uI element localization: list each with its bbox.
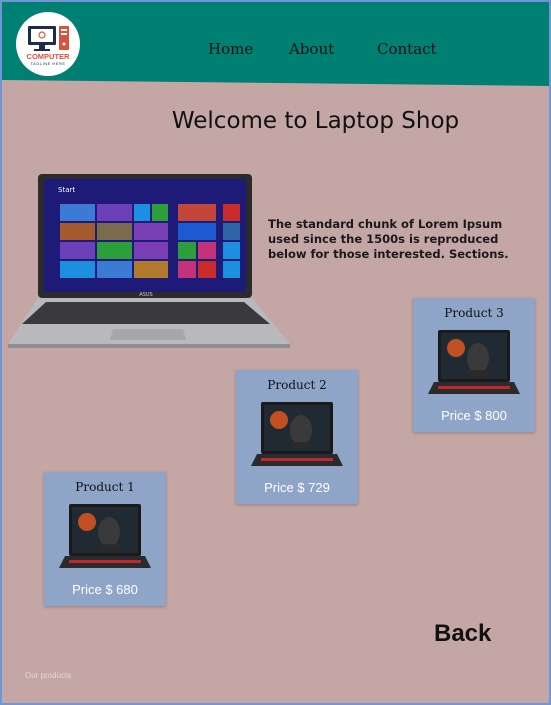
product-card[interactable]: Product 2 Price $ 729	[236, 370, 358, 504]
product-name: Product 2	[267, 378, 327, 392]
product-price: Price $ 680	[72, 582, 138, 597]
nav-about-link[interactable]: About	[289, 40, 334, 58]
nav-home-link[interactable]: Home	[208, 40, 253, 58]
logo-brand: COMPUTER	[26, 52, 70, 61]
hero-start-label: Start	[58, 186, 75, 194]
page-title: Welcome to Laptop Shop	[171, 108, 460, 134]
nav-contact-link[interactable]: Contact	[377, 40, 437, 58]
product-card[interactable]: Product 3 Price $ 800	[413, 298, 535, 432]
gaming-laptop-image	[59, 504, 151, 568]
gaming-laptop-image	[251, 402, 343, 466]
intro-text: The standard chunk of Lorem Ipsum used s…	[268, 217, 509, 261]
back-button[interactable]: Back	[434, 620, 491, 648]
hero-brand-label: ASUS	[139, 292, 152, 298]
product-name: Product 3	[444, 306, 504, 320]
footer-note: Our products	[25, 671, 72, 680]
logo[interactable]: COMPUTER TAGLINE HERE	[16, 12, 80, 76]
logo-tagline: TAGLINE HERE	[30, 61, 66, 66]
computer-logo-icon	[28, 26, 69, 51]
product-price: Price $ 729	[264, 480, 330, 495]
hero-laptop-image: Start ASUS	[8, 174, 290, 348]
product-card[interactable]: Product 1 Price $ 680	[44, 472, 166, 606]
header-band	[2, 2, 549, 86]
gaming-laptop-image	[428, 330, 520, 394]
product-name: Product 1	[75, 480, 135, 494]
product-price: Price $ 800	[441, 408, 507, 423]
